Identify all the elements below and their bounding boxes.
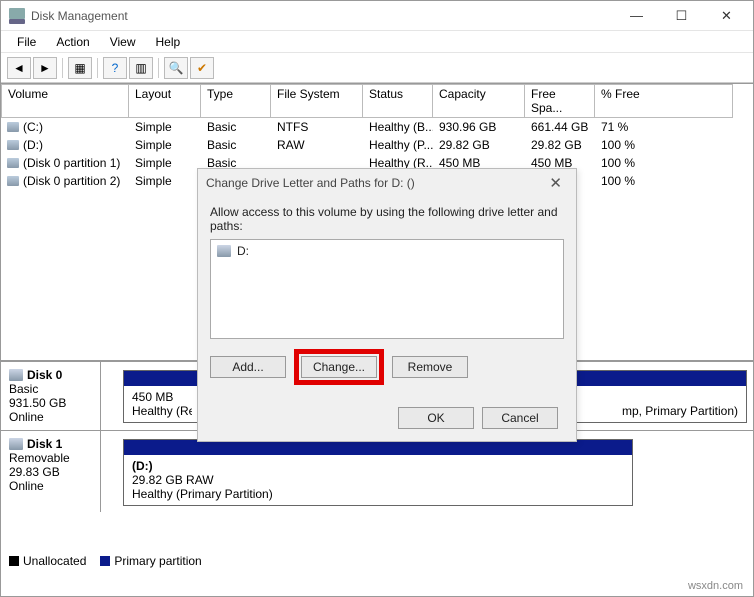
table-button[interactable]: ▥ (129, 57, 153, 79)
col-header-pctfree[interactable]: % Free (595, 84, 733, 118)
legend: Unallocated Primary partition (9, 554, 202, 568)
minimize-button[interactable]: — (614, 2, 659, 30)
menu-file[interactable]: File (7, 33, 46, 51)
volume-icon (7, 158, 19, 168)
partition-tail-text: mp, Primary Partition) (622, 404, 738, 418)
change-button[interactable]: Change... (301, 356, 377, 378)
toolbar-separator (158, 58, 159, 78)
disk-type: Removable (9, 451, 92, 465)
disk-state: Online (9, 410, 92, 424)
remove-button[interactable]: Remove (392, 356, 468, 378)
col-header-status[interactable]: Status (363, 84, 433, 118)
drive-letter-label: D: (237, 244, 249, 258)
disk-size: 29.83 GB (9, 465, 92, 479)
close-button[interactable]: ✕ (704, 2, 749, 30)
drive-letter-list[interactable]: D: (210, 239, 564, 339)
grid-button[interactable]: ▦ (68, 57, 92, 79)
partition-status: Healthy (Recovery Partition) (132, 404, 192, 418)
app-icon (9, 8, 25, 24)
toolbar-separator (62, 58, 63, 78)
dialog-titlebar: Change Drive Letter and Paths for D: () … (198, 169, 576, 197)
cancel-button[interactable]: Cancel (482, 407, 558, 429)
window-title: Disk Management (31, 9, 614, 23)
disk-icon (9, 369, 23, 381)
window-controls: — ☐ ✕ (614, 2, 749, 30)
watermark: wsxdn.com (688, 580, 743, 592)
volume-list-header: Volume Layout Type File System Status Ca… (1, 84, 753, 118)
disk-type: Basic (9, 382, 92, 396)
check-button[interactable]: ✔ (190, 57, 214, 79)
disk-management-window: Disk Management — ☐ ✕ File Action View H… (0, 0, 754, 597)
menu-view[interactable]: View (100, 33, 146, 51)
legend-swatch-primary (100, 556, 110, 566)
col-header-layout[interactable]: Layout (129, 84, 201, 118)
menu-action[interactable]: Action (46, 33, 99, 51)
disk-info-1[interactable]: Disk 1 Removable 29.83 GB Online (1, 431, 101, 512)
search-button[interactable]: 🔍 (164, 57, 188, 79)
volume-icon (7, 122, 19, 132)
col-header-capacity[interactable]: Capacity (433, 84, 525, 118)
toolbar: ◄ ► ▦ ? ▥ 🔍 ✔ (1, 53, 753, 83)
back-button[interactable]: ◄ (7, 57, 31, 79)
dialog-intro-text: Allow access to this volume by using the… (210, 205, 564, 233)
col-header-free[interactable]: Free Spa... (525, 84, 595, 118)
col-header-type[interactable]: Type (201, 84, 271, 118)
legend-label: Primary partition (114, 554, 201, 568)
partition-header (124, 440, 632, 455)
dialog-title: Change Drive Letter and Paths for D: () (206, 176, 415, 190)
col-header-volume[interactable]: Volume (1, 84, 129, 118)
legend-label: Unallocated (23, 554, 86, 568)
menu-help[interactable]: Help (146, 33, 191, 51)
help-button[interactable]: ? (103, 57, 127, 79)
titlebar: Disk Management — ☐ ✕ (1, 1, 753, 31)
disk-name-label: Disk 1 (27, 437, 62, 451)
dialog-close-button[interactable]: ✕ (543, 174, 568, 192)
add-button[interactable]: Add... (210, 356, 286, 378)
maximize-button[interactable]: ☐ (659, 2, 704, 30)
volume-icon (7, 140, 19, 150)
partition-status: Healthy (Primary Partition) (132, 487, 624, 501)
disk-state: Online (9, 479, 92, 493)
ok-button[interactable]: OK (398, 407, 474, 429)
list-item[interactable]: D: (217, 244, 557, 258)
change-button-highlight: Change... (294, 349, 384, 385)
drive-icon (217, 245, 231, 257)
disk-name-label: Disk 0 (27, 368, 62, 382)
disk-size: 931.50 GB (9, 396, 92, 410)
disk-info-0[interactable]: Disk 0 Basic 931.50 GB Online (1, 362, 101, 430)
partition-label: (D:) (132, 459, 624, 473)
partition-size: 450 MB (132, 390, 192, 404)
volume-icon (7, 176, 19, 186)
disk-icon (9, 438, 23, 450)
legend-swatch-unallocated (9, 556, 19, 566)
col-header-filesystem[interactable]: File System (271, 84, 363, 118)
menubar: File Action View Help (1, 31, 753, 53)
table-row[interactable]: (D:)SimpleBasicRAWHealthy (P...29.82 GB2… (1, 136, 753, 154)
disk-row-1: Disk 1 Removable 29.83 GB Online (D:) 29… (1, 430, 753, 512)
partition[interactable]: (D:) 29.82 GB RAW Healthy (Primary Parti… (123, 439, 633, 506)
disk-partitions-1: (D:) 29.82 GB RAW Healthy (Primary Parti… (101, 431, 753, 512)
partition-size: 29.82 GB RAW (132, 473, 624, 487)
change-drive-letter-dialog: Change Drive Letter and Paths for D: () … (197, 168, 577, 442)
toolbar-separator (97, 58, 98, 78)
table-row[interactable]: (C:)SimpleBasicNTFSHealthy (B...930.96 G… (1, 118, 753, 136)
forward-button[interactable]: ► (33, 57, 57, 79)
